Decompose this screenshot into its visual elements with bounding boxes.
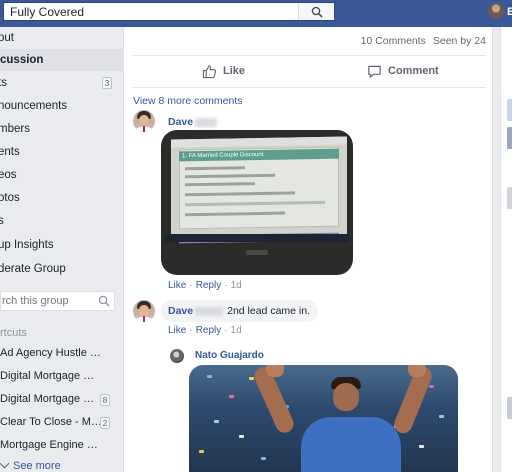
group-sidebar: out cussion ts3 nouncements mbers ents e…: [0, 27, 123, 472]
reply-photo[interactable]: [189, 365, 458, 472]
reply-author-avatar[interactable]: [170, 349, 184, 363]
chevron-down-icon: [0, 458, 10, 469]
sidebar-item-announcements[interactable]: nouncements: [0, 95, 116, 117]
post-stats: 10 Comments Seen by 24: [357, 35, 486, 47]
profile-name[interactable]: E: [507, 6, 512, 18]
comment-author[interactable]: Dave: [168, 116, 218, 128]
laptop-logo: [246, 250, 268, 255]
search-button[interactable]: [298, 3, 334, 20]
search-icon: [311, 6, 323, 18]
shortcut-item[interactable]: Digital Mortgage Market...: [0, 370, 114, 388]
comment-actions: Like · Reply · 1d: [168, 280, 242, 291]
commenter-avatar[interactable]: [133, 110, 155, 132]
shortcut-count-badge: 2: [100, 417, 110, 429]
comment-photo[interactable]: 1. FA Married Couple Discount: [161, 130, 353, 275]
like-comment-link[interactable]: Like: [168, 325, 186, 336]
sidebar-item-group-insights[interactable]: up Insights: [0, 234, 116, 256]
shortcut-count-badge: 8: [100, 394, 110, 406]
top-navigation-bar: E: [0, 0, 512, 27]
seen-by-link[interactable]: Seen by 24: [433, 35, 486, 47]
reply-comment-link[interactable]: Reply: [196, 325, 222, 336]
like-comment-link[interactable]: Like: [168, 280, 186, 291]
shortcut-item[interactable]: Digital Mortgage Mar... 8: [0, 393, 114, 411]
laptop-screen-image: 1. FA Married Couple Discount: [171, 136, 347, 244]
taskbar-image: [165, 234, 349, 242]
comment-bubble: Dave 2nd lead came in.: [161, 300, 318, 322]
sidebar-item-files[interactable]: s: [0, 210, 116, 232]
comment-author[interactable]: Dave: [168, 305, 193, 317]
sidebar-item-discussion[interactable]: cussion: [0, 49, 123, 71]
comment-actions: Like · Reply · 1d: [168, 325, 242, 336]
sidebar-item-photos[interactable]: otos: [0, 187, 116, 209]
like-button[interactable]: Like: [202, 61, 245, 81]
redacted-name: [195, 117, 218, 127]
thumbs-up-icon: [202, 64, 217, 78]
global-search-box[interactable]: [3, 2, 335, 21]
sidebar-count-badge: 3: [102, 77, 112, 89]
shortcuts-heading: rtcuts: [0, 327, 27, 339]
divider: [132, 55, 486, 56]
sidebar-item-units[interactable]: ts3: [0, 72, 116, 94]
reply-author[interactable]: Nato Guajardo: [195, 350, 264, 361]
group-search-input[interactable]: [1, 292, 93, 310]
sidebar-item-about[interactable]: out: [0, 27, 116, 49]
shortcut-item[interactable]: Mortgage Engine Lead ...: [0, 439, 114, 457]
comment-button[interactable]: Comment: [367, 61, 439, 81]
see-more-link[interactable]: See more: [0, 458, 61, 472]
profile-avatar[interactable]: [488, 3, 504, 19]
view-more-comments-link[interactable]: View 8 more comments: [133, 95, 243, 107]
redacted-name: [195, 306, 224, 316]
right-column: [500, 27, 512, 472]
commenter-avatar[interactable]: [133, 300, 155, 322]
reply-comment-link[interactable]: Reply: [196, 280, 222, 291]
sidebar-item-events[interactable]: ents: [0, 141, 116, 163]
comment-timestamp[interactable]: 1d: [231, 325, 242, 336]
comment-timestamp[interactable]: 1d: [231, 280, 242, 291]
shortcut-item[interactable]: Clear To Close - Me... 2: [0, 416, 114, 434]
search-icon[interactable]: [98, 295, 110, 307]
sidebar-item-videos[interactable]: eos: [0, 164, 116, 186]
group-search-box[interactable]: [0, 291, 115, 311]
comment-icon: [368, 65, 381, 78]
comments-count-link[interactable]: 10 Comments: [361, 35, 426, 47]
comment-text: 2nd lead came in.: [227, 305, 310, 317]
global-search-input[interactable]: [4, 3, 300, 20]
shortcut-item[interactable]: Ad Agency Hustle - The...: [0, 347, 114, 365]
sidebar-item-members[interactable]: mbers: [0, 118, 116, 140]
sidebar-item-moderate-group[interactable]: derate Group: [0, 258, 116, 280]
divider: [132, 87, 486, 88]
